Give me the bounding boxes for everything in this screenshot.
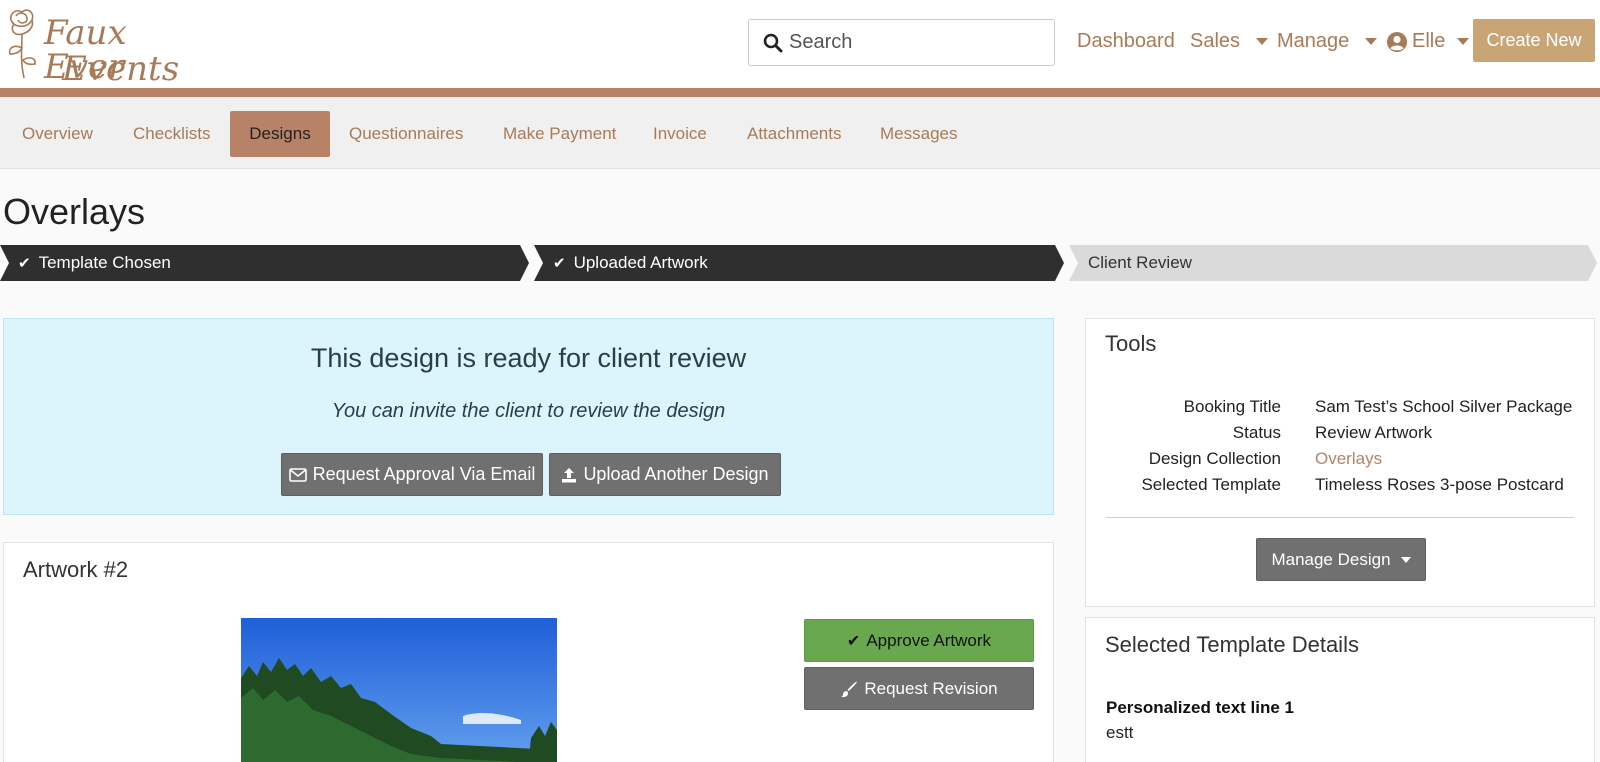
- create-new-label: Create New: [1486, 30, 1582, 50]
- search-icon: [763, 33, 783, 52]
- design-collection-label: Design Collection: [1148, 449, 1281, 468]
- tab-label: Overview: [22, 124, 93, 143]
- tab-messages[interactable]: Messages: [861, 111, 976, 157]
- upload-icon: [562, 467, 577, 482]
- template-details-title: Selected Template Details: [1105, 632, 1359, 657]
- personalized-text-value: estt: [1106, 723, 1134, 742]
- tab-make-payment[interactable]: Make Payment: [484, 111, 635, 157]
- brand-logo[interactable]: Faux Ever Events: [2, 4, 179, 86]
- booking-title-label: Booking Title: [1183, 397, 1281, 416]
- check-icon: ✔: [846, 632, 861, 650]
- tab-label: Checklists: [133, 124, 211, 143]
- caret-down-icon: [1400, 556, 1411, 563]
- approve-artwork-button[interactable]: ✔ Approve Artwork: [804, 619, 1034, 662]
- tools-row-status: Status Review Artwork: [1086, 423, 1594, 449]
- design-progress-steps: ✔ Template Chosen ✔ Uploaded Artwork Cli…: [0, 245, 1600, 281]
- client-review-alert: This design is ready for client review Y…: [3, 318, 1054, 515]
- user-circle-icon: [1387, 31, 1407, 52]
- step-label: Uploaded Artwork: [573, 253, 708, 272]
- brand-name-line2: Events: [62, 49, 180, 89]
- selected-template-value: Timeless Roses 3-pose Postcard: [1315, 475, 1564, 494]
- check-icon: ✔: [18, 255, 31, 272]
- header-accent-bar: [0, 88, 1600, 97]
- manage-design-dropdown[interactable]: Manage Design: [1256, 538, 1426, 581]
- artwork-card: Artwork #2 ✔ Approve Artwork Request Rev…: [3, 542, 1054, 762]
- header: Faux Ever Events Dashboard Sales Manage …: [0, 0, 1600, 88]
- step-client-review: Client Review: [1069, 245, 1597, 281]
- selected-template-label: Selected Template: [1141, 475, 1281, 494]
- tab-invoice[interactable]: Invoice: [634, 111, 726, 157]
- request-approval-email-label: Request Approval Via Email: [312, 464, 536, 484]
- artwork-title: Artwork #2: [23, 557, 129, 582]
- request-revision-label: Request Revision: [864, 678, 998, 698]
- nav-sales-label: Sales: [1190, 30, 1241, 52]
- tab-label: Designs: [249, 124, 311, 143]
- tools-title: Tools: [1105, 331, 1157, 356]
- tools-row-booking-title: Booking Title Sam Test’s School Silver P…: [1086, 397, 1594, 423]
- caret-down-icon: [1256, 38, 1269, 45]
- status-value: Review Artwork: [1315, 423, 1433, 442]
- tools-card: Tools Booking Title Sam Test’s School Si…: [1085, 318, 1595, 607]
- approve-artwork-label: Approve Artwork: [866, 630, 992, 650]
- tab-designs[interactable]: Designs: [230, 111, 330, 157]
- tab-checklists[interactable]: Checklists: [114, 111, 229, 157]
- alert-subtitle: You can invite the client to review the …: [331, 400, 726, 422]
- nav-dashboard-link[interactable]: Dashboard: [1077, 30, 1175, 53]
- template-details-card: Selected Template Details Personalized t…: [1085, 617, 1595, 762]
- manage-design-label: Manage Design: [1271, 549, 1391, 569]
- tools-row-design-collection: Design Collection Overlays: [1086, 449, 1594, 475]
- search-box[interactable]: [748, 19, 1055, 66]
- tab-label: Invoice: [653, 124, 707, 143]
- caret-down-icon: [1365, 38, 1378, 45]
- search-input[interactable]: [789, 31, 1039, 54]
- tab-label: Make Payment: [503, 124, 617, 143]
- rose-logo-icon: [8, 9, 36, 79]
- artwork-preview-image[interactable]: [241, 618, 557, 762]
- alert-title: This design is ready for client review: [310, 343, 747, 373]
- step-label: Client Review: [1088, 253, 1192, 272]
- tab-questionnaires[interactable]: Questionnaires: [330, 111, 482, 157]
- booking-title-value: Sam Test’s School Silver Package: [1315, 397, 1573, 416]
- nav-manage-label: Manage: [1277, 30, 1350, 52]
- tools-row-selected-template: Selected Template Timeless Roses 3-pose …: [1086, 475, 1594, 501]
- upload-another-design-button[interactable]: Upload Another Design: [549, 453, 781, 496]
- request-revision-button[interactable]: Request Revision: [804, 667, 1034, 710]
- create-new-button[interactable]: Create New: [1473, 19, 1595, 62]
- upload-another-design-label: Upload Another Design: [583, 464, 769, 484]
- tab-label: Messages: [880, 124, 958, 143]
- tab-attachments[interactable]: Attachments: [728, 111, 861, 157]
- personalized-text-label: Personalized text line 1: [1106, 698, 1295, 717]
- tab-label: Attachments: [747, 124, 842, 143]
- nav-sales-dropdown[interactable]: Sales: [1190, 30, 1269, 53]
- nav-dashboard-label: Dashboard: [1077, 30, 1175, 52]
- brush-icon: [841, 681, 858, 697]
- tab-label: Questionnaires: [349, 124, 464, 143]
- nav-user-dropdown[interactable]: Elle: [1386, 30, 1470, 53]
- check-icon: ✔: [553, 255, 566, 272]
- request-approval-email-button[interactable]: Request Approval Via Email: [281, 453, 543, 496]
- step-label: Template Chosen: [38, 253, 171, 272]
- status-label: Status: [1232, 423, 1281, 442]
- step-uploaded-artwork: ✔ Uploaded Artwork: [534, 245, 1064, 281]
- step-template-chosen: ✔ Template Chosen: [0, 245, 529, 281]
- tools-divider: [1106, 517, 1574, 518]
- design-collection-link[interactable]: Overlays: [1315, 449, 1382, 469]
- artwork-photo: [241, 618, 557, 762]
- nav-manage-dropdown[interactable]: Manage: [1277, 30, 1378, 53]
- page-title: Overlays: [3, 191, 146, 232]
- envelope-icon: [288, 467, 307, 482]
- tab-overview[interactable]: Overview: [3, 111, 112, 157]
- nav-user-label: Elle: [1412, 30, 1446, 52]
- caret-down-icon: [1457, 38, 1470, 45]
- booking-tabs: Overview Checklists Designs Questionnair…: [0, 97, 1600, 169]
